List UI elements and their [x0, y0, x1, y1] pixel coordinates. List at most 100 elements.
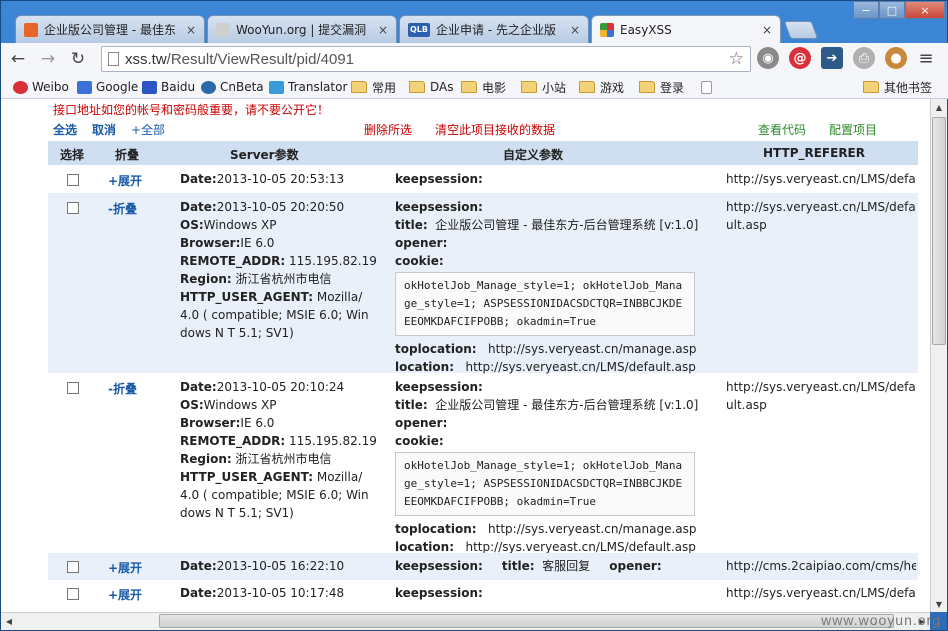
remote-addr-label: REMOTE_ADDR:	[180, 434, 286, 448]
bookmark-folder-games[interactable]: 游戏	[579, 78, 624, 96]
bookmark-label: DAs	[430, 80, 454, 94]
bookmark-label: 登录	[660, 80, 685, 95]
maximize-button[interactable]: □	[879, 1, 905, 19]
bookmark-star-icon[interactable]: ☆	[729, 49, 744, 69]
cookie-value-box[interactable]: okHotelJob_Manage_style=1; okHotelJob_Ma…	[395, 272, 695, 336]
keepsession-label: keepsession:	[395, 380, 483, 394]
close-window-button[interactable]: ×	[905, 1, 945, 19]
back-icon[interactable]: ←	[5, 46, 31, 72]
keepsession-label: keepsession:	[395, 586, 483, 600]
horizontal-scrollbar[interactable]: ◀ ▶	[1, 612, 930, 630]
page-icon	[108, 52, 119, 66]
bookmark-folder-movies[interactable]: 电影	[461, 78, 506, 96]
opener-label: opener:	[395, 416, 448, 430]
bookmark-translator[interactable]: Translator	[269, 78, 347, 96]
config-project-link[interactable]: 配置项目	[829, 121, 877, 138]
tab-title: WooYun.org | 提交漏洞	[236, 23, 367, 37]
tab-title: 企业版公司管理 - 最佳东	[44, 23, 176, 37]
table-row: +展开 Date:2013-10-05 10:17:48 keepsession…	[48, 580, 918, 608]
row-checkbox[interactable]	[67, 202, 79, 214]
scroll-up-icon[interactable]: ▲	[931, 99, 947, 115]
tab-close-icon[interactable]: ×	[186, 23, 196, 37]
cancel-link[interactable]: 取消	[92, 121, 116, 138]
globe-extension-icon[interactable]: ◉	[757, 47, 779, 69]
bookmark-folder-login[interactable]: 登录	[639, 78, 684, 96]
reload-icon[interactable]: ↻	[65, 46, 91, 72]
row-checkbox[interactable]	[67, 174, 79, 186]
expand-toggle[interactable]: +展开	[108, 559, 142, 576]
tab-wooyun[interactable]: WooYun.org | 提交漏洞 ×	[207, 15, 397, 43]
action-bar: 全选 取消 +全部 删除所选 清空此项目接收的数据 查看代码 配置项目	[48, 119, 918, 139]
vertical-scroll-thumb[interactable]	[932, 117, 946, 345]
vertical-scrollbar[interactable]: ▲ ▼	[930, 99, 947, 612]
other-bookmarks[interactable]: 其他书签	[863, 78, 932, 96]
browser-value: IE 6.0	[240, 416, 275, 430]
browser-window: 企业版公司管理 - 最佳东 × WooYun.org | 提交漏洞 × QLB …	[0, 0, 948, 631]
remote-addr-value: 115.195.82.19	[289, 434, 377, 448]
folder-icon	[521, 81, 537, 93]
os-value: Windows XP	[203, 218, 277, 232]
table-row: +展开 Date:2013-10-05 16:22:10 keepsession…	[48, 553, 918, 580]
bookmark-label: Google	[96, 80, 139, 94]
title-value: 企业版公司管理 - 最佳东方-后台管理系统 [v:1.0]	[435, 398, 699, 412]
bookmark-cnbeta[interactable]: CnBeta	[201, 78, 264, 96]
bookmark-label: CnBeta	[220, 80, 264, 94]
expand-toggle[interactable]: +展开	[108, 172, 142, 189]
warning-text: 接口地址如您的帐号和密码般重要，请不要公开它！	[53, 103, 330, 117]
printer-extension-icon[interactable]: ⎙	[853, 47, 875, 69]
scroll-left-icon[interactable]: ◀	[1, 613, 17, 629]
bookmark-label: Translator	[288, 80, 348, 94]
bookmark-label: 电影	[482, 80, 507, 95]
address-bar[interactable]: xss.tw/Result/ViewResult/pid/4091 ☆	[101, 46, 751, 72]
referer-cell: http://sys.veryeast.cn/LMS/default.asp	[726, 200, 916, 232]
scroll-down-icon[interactable]: ▼	[931, 596, 947, 612]
forward-extension-icon[interactable]: ➔	[821, 47, 843, 69]
cookie-value-box[interactable]: okHotelJob_Manage_style=1; okHotelJob_Ma…	[395, 452, 695, 516]
collapse-toggle[interactable]: -折叠	[108, 200, 137, 217]
folder-icon	[863, 81, 879, 93]
collapse-toggle[interactable]: -折叠	[108, 380, 137, 397]
row-checkbox[interactable]	[67, 382, 79, 394]
tab-enterprise-apply[interactable]: QLB 企业申请 - 先之企业版 ×	[399, 15, 589, 43]
bookmark-folder-common[interactable]: 常用	[351, 78, 396, 96]
date-value: 2013-10-05 20:10:24	[216, 380, 345, 394]
bookmark-page[interactable]	[701, 78, 716, 96]
new-tab-button[interactable]	[783, 21, 819, 39]
table-row: +展开 Date:2013-10-05 20:53:13 keepsession…	[48, 165, 918, 193]
date-value: 2013-10-05 10:17:48	[216, 586, 345, 600]
date-value: 2013-10-05 16:22:10	[216, 559, 345, 573]
select-all-link[interactable]: 全选	[53, 121, 77, 138]
region-value: 浙江省杭州市电信	[235, 272, 332, 286]
expand-toggle[interactable]: +展开	[108, 586, 142, 603]
tab-company-admin[interactable]: 企业版公司管理 - 最佳东 ×	[15, 15, 205, 43]
folder-icon	[351, 81, 367, 93]
server-params-cell: Date:2013-10-05 10:17:48	[180, 584, 344, 602]
bookmark-google[interactable]: Google	[77, 78, 138, 96]
view-code-link[interactable]: 查看代码	[758, 121, 806, 138]
clear-data-link[interactable]: 清空此项目接收的数据	[435, 121, 555, 138]
forward-icon[interactable]: →	[35, 46, 61, 72]
bookmark-baidu[interactable]: Baidu	[142, 78, 195, 96]
location-value: http://sys.veryeast.cn/LMS/default.asp	[465, 360, 696, 374]
at-extension-icon[interactable]: @	[789, 47, 811, 69]
menu-icon[interactable]: ≡	[915, 47, 937, 69]
cookie-extension-icon[interactable]: ●	[885, 47, 907, 69]
toplocation-value: http://sys.veryeast.cn/manage.asp	[488, 522, 697, 536]
horizontal-scroll-thumb[interactable]	[159, 614, 894, 628]
google-icon	[77, 80, 92, 94]
row-checkbox[interactable]	[67, 588, 79, 600]
bookmark-folder-das[interactable]: DAs	[409, 78, 454, 96]
bookmark-weibo[interactable]: Weibo	[13, 78, 69, 96]
row-checkbox[interactable]	[67, 561, 79, 573]
tab-close-icon[interactable]: ×	[378, 23, 388, 37]
tab-close-icon[interactable]: ×	[762, 23, 772, 37]
date-label: Date:	[180, 586, 217, 600]
tab-easyxss[interactable]: EasyXSS ×	[591, 15, 781, 44]
expand-all-link[interactable]: +全部	[131, 121, 165, 138]
delete-selected-link[interactable]: 删除所选	[364, 121, 412, 138]
browser-label: Browser:	[180, 416, 241, 430]
tab-close-icon[interactable]: ×	[570, 23, 580, 37]
minimize-button[interactable]: −	[853, 1, 879, 19]
region-label: Region:	[180, 452, 232, 466]
bookmark-folder-sites[interactable]: 小站	[521, 78, 566, 96]
